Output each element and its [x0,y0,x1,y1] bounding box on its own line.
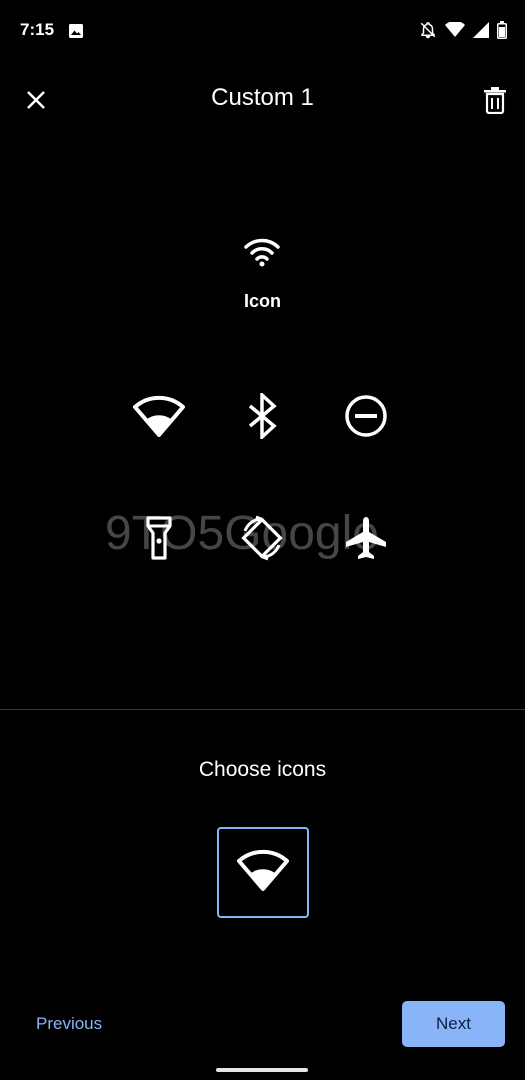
do-not-disturb-icon[interactable] [336,386,396,446]
selected-icon-slot[interactable] [217,827,309,918]
divider [0,709,525,710]
bell-off-icon [419,21,437,44]
bluetooth-icon[interactable] [232,386,292,446]
signal-icon [473,22,489,43]
home-indicator[interactable] [216,1068,308,1072]
wifi-wedge-icon [237,849,289,896]
status-bar: 7:15 [0,0,525,62]
delete-icon[interactable] [482,86,508,115]
page-title: Custom 1 [211,84,314,111]
flashlight-icon[interactable] [129,508,189,568]
wifi-wedge-icon[interactable] [129,386,189,446]
airplane-icon[interactable] [336,508,396,568]
auto-rotate-icon[interactable] [232,508,292,568]
choose-icons-label: Choose icons [198,758,327,781]
preview-label: Icon [243,291,281,311]
wifi-icon [242,236,282,268]
status-icons [419,20,507,44]
next-button[interactable]: Next [402,1001,505,1047]
top-app-bar: Custom 1 [0,62,525,134]
image-icon [68,23,84,44]
previous-button[interactable]: Previous [36,1014,102,1034]
status-time: 7:15 [20,20,55,39]
battery-icon [497,21,507,44]
wifi-icon [445,20,465,43]
